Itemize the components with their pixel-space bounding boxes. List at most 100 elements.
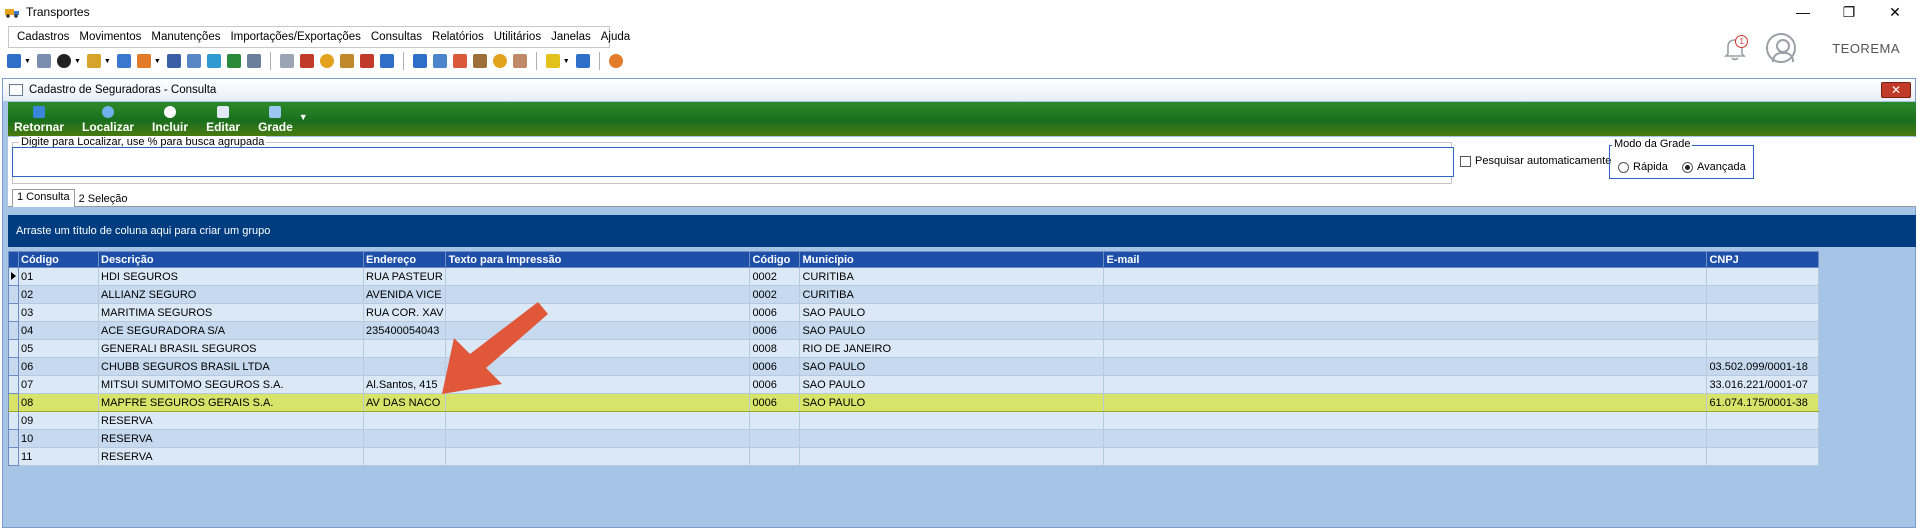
row-indicator[interactable] <box>8 285 19 304</box>
cash-icon[interactable] <box>226 54 241 68</box>
people-icon[interactable] <box>36 54 51 68</box>
grade-button[interactable]: Grade <box>258 106 293 136</box>
cell-codigo[interactable]: 02 <box>18 285 99 304</box>
cell-endereco[interactable]: 235400054043 <box>362 321 447 340</box>
row-indicator[interactable] <box>8 411 19 430</box>
cell-municipio[interactable] <box>799 429 1105 448</box>
col-header-descricao[interactable]: Descrição <box>98 251 364 268</box>
table-row[interactable]: 06 CHUBB SEGUROS BRASIL LTDA 0006 SAO PAULO… <box>8 357 1820 376</box>
cell-descricao[interactable]: ALLIANZ SEGURO <box>98 285 364 304</box>
row-indicator[interactable] <box>8 267 19 286</box>
cell-codigo-municipio[interactable] <box>749 411 801 430</box>
auto-search-checkbox[interactable]: Pesquisar automaticamente <box>1460 155 1611 167</box>
radio-circle[interactable] <box>1618 161 1629 173</box>
user-avatar-icon[interactable] <box>1766 33 1797 63</box>
menu-janelas[interactable]: Janelas <box>551 31 591 43</box>
col-header-municipio[interactable]: Município <box>799 251 1105 268</box>
col-header-codigo[interactable]: Código <box>18 251 99 268</box>
cell-endereco[interactable] <box>362 447 447 466</box>
row-indicator[interactable] <box>8 447 19 466</box>
close-button[interactable]: ✕ <box>1872 0 1918 24</box>
cell-municipio[interactable] <box>799 411 1105 430</box>
group-by-panel[interactable]: Arraste um título de coluna aqui para cr… <box>8 215 1916 247</box>
table-row[interactable]: 03 MARITIMA SEGUROS RUA COR. XAV 0006 SAO PA… <box>8 303 1820 322</box>
row-indicator[interactable] <box>8 303 19 322</box>
cell-codigo-municipio[interactable]: 0006 <box>749 375 801 394</box>
cell-cnpj[interactable]: 61.074.175/0001-38 <box>1706 393 1820 412</box>
restore-button[interactable]: ❐ <box>1826 0 1872 24</box>
cell-municipio[interactable]: SAO PAULO <box>799 357 1105 376</box>
search-document-icon[interactable] <box>512 54 527 68</box>
cell-codigo-municipio[interactable]: 0006 <box>749 321 801 340</box>
col-header-texto-impressao[interactable]: Texto para Impressão <box>445 251 751 268</box>
cell-descricao[interactable]: RESERVA <box>98 447 364 466</box>
wrench-icon[interactable] <box>359 54 374 68</box>
cell-codigo-municipio[interactable]: 0006 <box>749 357 801 376</box>
tab-selecao[interactable]: 2 Seleção <box>75 192 132 206</box>
document-icon[interactable] <box>116 54 131 68</box>
cell-municipio[interactable]: CURITIBA <box>799 285 1105 304</box>
cell-descricao[interactable]: CHUBB SEGUROS BRASIL LTDA <box>98 357 364 376</box>
table-row[interactable]: 11 RESERVA <box>8 447 1820 466</box>
cell-endereco[interactable] <box>362 411 447 430</box>
menu-relatorios[interactable]: Relatórios <box>432 31 484 43</box>
cell-codigo-municipio[interactable] <box>749 429 801 448</box>
row-indicator[interactable] <box>8 357 19 376</box>
dropdown-arrow-icon[interactable]: ▼ <box>24 58 31 65</box>
col-header-codigo-municipio[interactable]: Código <box>749 251 801 268</box>
cell-descricao[interactable]: HDI SEGUROS <box>98 267 364 286</box>
table-row[interactable]: 10 RESERVA <box>8 429 1820 448</box>
clock-icon[interactable] <box>319 54 334 68</box>
cell-codigo[interactable]: 04 <box>18 321 99 340</box>
cell-email[interactable] <box>1103 339 1708 358</box>
cell-codigo[interactable]: 08 <box>18 393 99 412</box>
menu-list-icon[interactable] <box>166 54 181 68</box>
cell-descricao[interactable]: MARITIMA SEGUROS <box>98 303 364 322</box>
row-indicator[interactable] <box>8 375 19 394</box>
menu-utilitarios[interactable]: Utilitários <box>494 31 541 43</box>
cell-codigo-municipio[interactable]: 0006 <box>749 303 801 322</box>
cell-codigo-municipio[interactable]: 0008 <box>749 339 801 358</box>
menu-movimentos[interactable]: Movimentos <box>79 31 141 43</box>
cell-endereco[interactable]: Al.Santos, 415 <box>362 375 447 394</box>
col-header-email[interactable]: E-mail <box>1103 251 1708 268</box>
row-indicator[interactable] <box>8 339 19 358</box>
info-icon[interactable] <box>575 54 590 68</box>
incluir-button[interactable]: Incluir <box>152 106 188 136</box>
cell-endereco[interactable] <box>362 357 447 376</box>
cell-codigo-municipio[interactable]: 0006 <box>749 393 801 412</box>
minimize-button[interactable]: — <box>1780 0 1826 24</box>
cash-register-icon[interactable] <box>472 54 487 68</box>
cell-texto-impressao[interactable] <box>445 429 751 448</box>
cell-texto-impressao[interactable] <box>445 393 751 412</box>
folder-icon[interactable] <box>7 54 21 68</box>
mode-rapida-radio[interactable]: Rápida <box>1618 161 1668 173</box>
cell-descricao[interactable]: GENERALI BRASIL SEGUROS <box>98 339 364 358</box>
table-row[interactable]: 09 RESERVA <box>8 411 1820 430</box>
cell-codigo[interactable]: 09 <box>18 411 99 430</box>
cell-cnpj[interactable] <box>1706 447 1820 466</box>
checkbox-box[interactable] <box>1460 155 1471 167</box>
row-indicator[interactable] <box>8 321 19 340</box>
cell-texto-impressao[interactable] <box>445 267 751 286</box>
cell-email[interactable] <box>1103 321 1708 340</box>
cell-cnpj[interactable] <box>1706 285 1820 304</box>
cell-descricao[interactable]: RESERVA <box>98 429 364 448</box>
header-indicator[interactable] <box>8 251 19 268</box>
cell-email[interactable] <box>1103 267 1708 286</box>
cell-municipio[interactable]: CURITIBA <box>799 267 1105 286</box>
table-row[interactable]: 07 MITSUI SUMITOMO SEGUROS S.A. Al.Santos,… <box>8 375 1820 394</box>
cell-endereco[interactable]: RUA PASTEUR <box>362 267 447 286</box>
cell-cnpj[interactable]: 33.016.221/0001-07 <box>1706 375 1820 394</box>
cell-cnpj[interactable] <box>1706 339 1820 358</box>
cell-endereco[interactable] <box>362 339 447 358</box>
col-header-endereco[interactable]: Endereço <box>362 251 447 268</box>
fuel-icon[interactable] <box>299 54 314 68</box>
cell-codigo[interactable]: 01 <box>18 267 99 286</box>
cell-email[interactable] <box>1103 303 1708 322</box>
cell-codigo-municipio[interactable] <box>749 447 801 466</box>
cell-descricao[interactable]: MAPFRE SEGUROS GERAIS S.A. <box>98 393 364 412</box>
menu-cadastros[interactable]: Cadastros <box>17 31 69 43</box>
cell-endereco[interactable] <box>362 429 447 448</box>
truck-load-icon[interactable] <box>246 54 261 68</box>
